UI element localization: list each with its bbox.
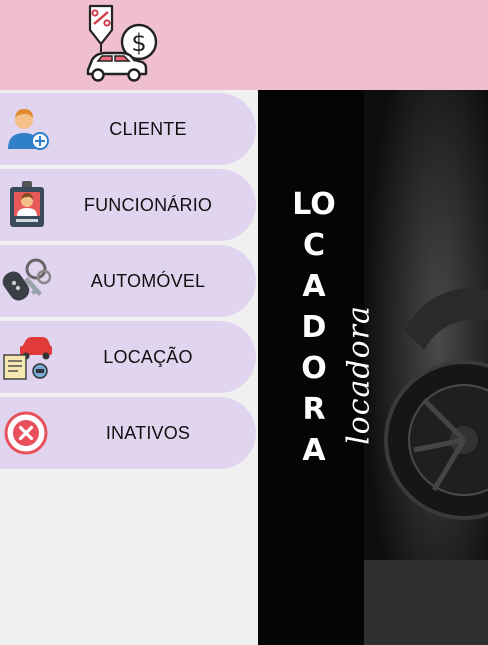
banner-subtitle: locadora (341, 305, 377, 445)
menu-item-label: CLIENTE (109, 118, 187, 139)
menu-item-label: LOCAÇÃO (103, 346, 193, 367)
menu-item-cliente[interactable]: CLIENTE (0, 93, 256, 165)
menu-item-inativos[interactable]: INATIVOS (0, 397, 256, 469)
car-discount-price-icon: $ (86, 4, 158, 82)
banner-title: LOCADORA (292, 187, 336, 468)
menu-item-label: AUTOMÓVEL (90, 270, 206, 291)
inactive-x-icon (4, 411, 48, 455)
employee-badge-icon (10, 181, 44, 227)
menu-item-label: INATIVOS (105, 422, 191, 443)
menu-item-funcionario[interactable]: FUNCIONÁRIO (0, 169, 256, 241)
menu-item-label: FUNCIONÁRIO (83, 194, 213, 215)
car-keys-icon (2, 258, 52, 301)
client-user-add-icon (8, 109, 49, 150)
svg-text:$: $ (131, 29, 146, 57)
menu-item-locacao[interactable]: LOCAÇÃO (0, 321, 256, 393)
menu-item-automovel[interactable]: AUTOMÓVEL (0, 245, 256, 317)
car-wheel-photo (364, 90, 488, 645)
app-header: $ (0, 0, 488, 90)
rental-contract-car-icon (3, 337, 52, 380)
